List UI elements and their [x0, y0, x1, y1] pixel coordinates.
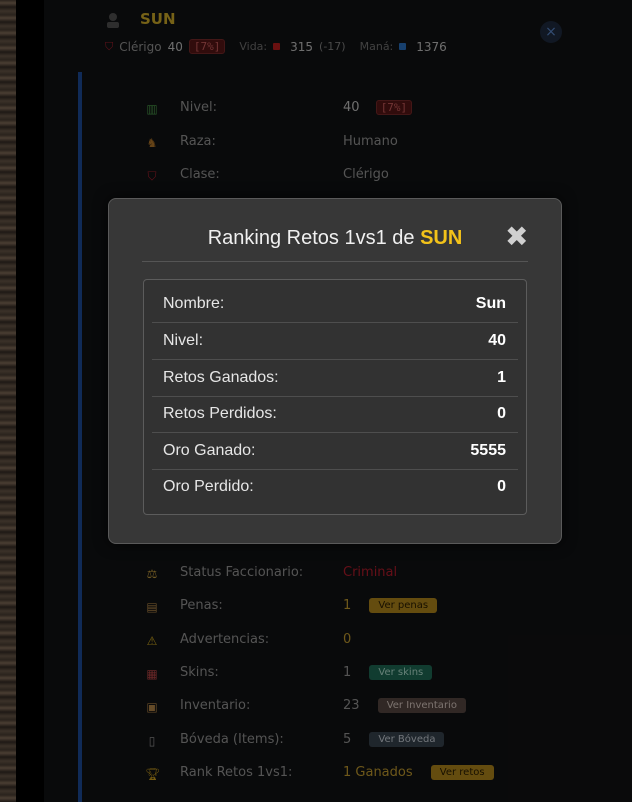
mana-label: Maná: — [359, 40, 394, 53]
ver-retos-button[interactable]: Ver retos — [430, 765, 494, 780]
close-icon[interactable]: ✖ — [505, 223, 529, 251]
ver-inventario-button[interactable]: Ver Inventario — [377, 698, 466, 713]
scroll-icon: ▤ — [146, 600, 158, 614]
panel-gutter — [16, 0, 44, 802]
stat-label: Oro Ganado: — [163, 442, 256, 459]
wood-border — [0, 0, 16, 802]
close-panel-button[interactable]: × — [540, 21, 562, 43]
vida-dot-icon — [273, 43, 281, 50]
stat-label: Oro Perdido: — [163, 478, 254, 495]
row-penas: ▤ Penas: 1 Ver penas — [145, 598, 605, 618]
stat-row: Oro Perdido: 0 — [152, 469, 518, 505]
level-percent-badge: [7%] — [188, 39, 226, 54]
vida-delta: (-17) — [319, 40, 346, 53]
modal-title-name: SUN — [420, 227, 463, 249]
stat-row: Nombre: Sun — [152, 286, 518, 323]
row-raza: ♞ Raza: Humano — [145, 134, 605, 154]
mana-dot-icon — [399, 43, 407, 50]
row-value: 1 Ver skins — [343, 665, 433, 680]
character-summary: ⛉ Clérigo 40 [7%] Vida: 315 (-17) Maná: … — [105, 39, 453, 54]
row-advertencias: ⚠ Advertencias: 0 — [145, 632, 605, 652]
row-skins: ▦ Skins: 1 Ver skins — [145, 665, 605, 685]
horse-icon: ♞ — [146, 136, 158, 150]
ranking-modal: Ranking Retos 1vs1 de SUN ✖ Nombre: Sun … — [108, 198, 562, 544]
advertencias-value: 0 — [343, 632, 352, 647]
stat-label: Retos Perdidos: — [163, 405, 277, 422]
row-label: Advertencias: — [180, 632, 270, 647]
bag-icon: ▣ — [146, 700, 158, 714]
row-boveda: ▯ Bóveda (Items): 5 Ver Bóveda — [145, 732, 605, 752]
shield-icon: ⛉ — [105, 39, 114, 53]
mana-value: 1376 — [416, 39, 447, 54]
nivel-percent-badge: [7%] — [375, 100, 413, 115]
row-clase: ⛉ Clase: Clérigo — [145, 167, 605, 187]
ver-penas-button[interactable]: Ver penas — [369, 598, 438, 613]
clase-value: Clérigo — [343, 167, 389, 182]
stat-label: Retos Ganados: — [163, 369, 279, 386]
modal-title: Ranking Retos 1vs1 de SUN — [109, 227, 561, 250]
stat-value: 40 — [488, 332, 506, 349]
row-status-faccionario: ⚖ Status Faccionario: Criminal — [145, 565, 605, 585]
shield-icon: ⛉ — [147, 169, 157, 183]
modal-divider — [142, 261, 528, 262]
rank-retos-value: 1 Ganados — [343, 765, 413, 780]
shirt-icon: ▦ — [146, 667, 158, 681]
warning-icon: ⚠ — [146, 634, 158, 648]
raza-value: Humano — [343, 134, 398, 149]
chart-icon: ▥ — [146, 102, 158, 116]
trophy-icon: 🏆︎ — [145, 767, 161, 781]
stat-label: Nombre: — [163, 295, 225, 312]
row-label: Status Faccionario: — [180, 565, 304, 580]
scales-icon: ⚖ — [146, 567, 158, 581]
skins-value: 1 — [343, 665, 352, 680]
modal-title-prefix: Ranking Retos 1vs1 de — [207, 227, 415, 249]
faccion-value: Criminal — [343, 565, 398, 580]
stat-value: Sun — [475, 295, 506, 312]
penas-value: 1 — [343, 598, 352, 613]
row-value: 23 Ver Inventario — [343, 698, 466, 713]
stat-value: 5555 — [470, 442, 506, 459]
stat-label: Nivel: — [163, 332, 204, 349]
row-value: 1 Ganados Ver retos — [343, 765, 494, 780]
row-label: Nivel: — [180, 100, 218, 115]
row-label: Bóveda (Items): — [180, 732, 284, 747]
vida-value: 315 — [290, 39, 314, 54]
level-text: 40 — [167, 39, 183, 54]
row-label: Rank Retos 1vs1: — [180, 765, 293, 780]
class-text: Clérigo — [119, 39, 162, 54]
row-label: Clase: — [180, 167, 220, 182]
row-label: Skins: — [180, 665, 219, 680]
stats-table: Nombre: Sun Nivel: 40 Retos Ganados: 1 R… — [143, 279, 527, 515]
stat-value: 1 — [497, 369, 506, 386]
user-icon — [107, 13, 119, 28]
row-label: Inventario: — [180, 698, 251, 713]
row-value: 1 Ver penas — [343, 598, 438, 613]
ver-boveda-button[interactable]: Ver Bóveda — [369, 732, 445, 747]
row-value: 5 Ver Bóveda — [343, 732, 445, 747]
inventario-value: 23 — [343, 698, 360, 713]
character-name: SUN — [140, 10, 176, 28]
row-value: 40 [7%] — [343, 100, 413, 115]
row-label: Penas: — [180, 598, 223, 613]
row-rank-retos: 🏆︎ Rank Retos 1vs1: 1 Ganados Ver retos — [145, 765, 605, 785]
stat-row: Retos Perdidos: 0 — [152, 396, 518, 433]
stat-row: Nivel: 40 — [152, 323, 518, 360]
stat-value: 0 — [497, 405, 506, 422]
vault-icon: ▯ — [148, 734, 156, 748]
ver-skins-button[interactable]: Ver skins — [369, 665, 433, 680]
stat-row: Retos Ganados: 1 — [152, 360, 518, 397]
vida-label: Vida: — [239, 40, 268, 53]
stat-row: Oro Ganado: 5555 — [152, 433, 518, 470]
row-nivel: ▥ Nivel: 40 [7%] — [145, 100, 605, 120]
row-label: Raza: — [180, 134, 216, 149]
stat-value: 0 — [497, 478, 506, 495]
boveda-value: 5 — [343, 732, 352, 747]
panel-accent-bar — [78, 72, 82, 802]
row-inventario: ▣ Inventario: 23 Ver Inventario — [145, 698, 605, 718]
nivel-value: 40 — [343, 100, 360, 115]
